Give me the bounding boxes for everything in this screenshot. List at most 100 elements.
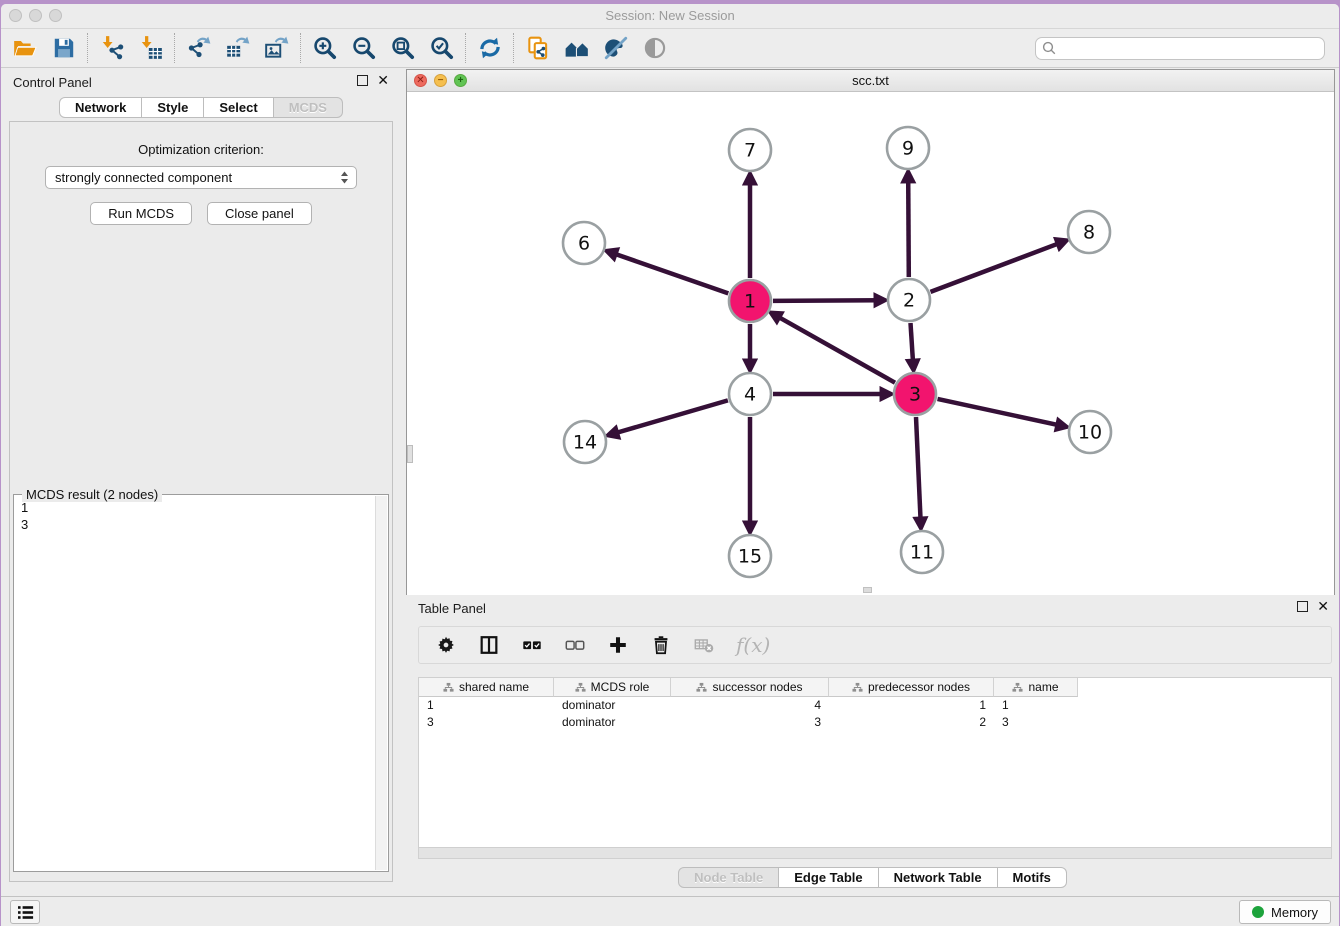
- column-header-successor-nodes[interactable]: successor nodes: [671, 678, 829, 697]
- memory-button[interactable]: Memory: [1239, 900, 1331, 924]
- network-canvas[interactable]: 7 9 6 8 1 2 4 3 14 10 15 11: [407, 92, 1334, 595]
- export-network-icon[interactable]: [185, 35, 212, 62]
- graph-node-3[interactable]: 3: [894, 373, 936, 415]
- tab-motifs[interactable]: Motifs: [998, 867, 1067, 888]
- table-cell[interactable]: dominator: [554, 697, 671, 714]
- table-cell[interactable]: 1: [829, 697, 994, 714]
- graph-edge-4-14[interactable]: [613, 400, 728, 434]
- select-arrows-icon: [339, 170, 350, 185]
- close-table-panel-icon[interactable]: ✕: [1317, 601, 1329, 612]
- column-header-MCDS-role[interactable]: MCDS role: [554, 678, 671, 697]
- network-graph[interactable]: 7 9 6 8 1 2 4 3 14 10 15 11: [407, 92, 1334, 595]
- graph-edge-2-8[interactable]: [931, 242, 1062, 292]
- settings-gear-icon[interactable]: [435, 634, 457, 656]
- network-window-titlebar: ✕ − + scc.txt: [407, 70, 1334, 92]
- save-session-icon[interactable]: [50, 35, 77, 62]
- tab-network[interactable]: Network: [59, 97, 142, 118]
- graph-edge-2-9[interactable]: [908, 177, 909, 277]
- table-cell[interactable]: 4: [671, 697, 829, 714]
- tab-style[interactable]: Style: [142, 97, 204, 118]
- table-panel-title: Table Panel: [418, 601, 486, 616]
- zoom-fit-icon[interactable]: [389, 35, 416, 62]
- table-cell[interactable]: 3: [419, 714, 554, 731]
- graph-node-9[interactable]: 9: [887, 127, 929, 169]
- graph-node-15[interactable]: 15: [729, 535, 771, 577]
- clone-network-icon[interactable]: [524, 35, 551, 62]
- status-bar: Memory: [1, 896, 1339, 926]
- style-toggle-icon[interactable]: [602, 35, 629, 62]
- graph-node-4[interactable]: 4: [729, 373, 771, 415]
- open-session-icon[interactable]: [11, 35, 38, 62]
- mcds-result-line: 3: [21, 516, 368, 533]
- search-input[interactable]: [1058, 39, 1324, 58]
- table-toolbar: f(x): [418, 626, 1332, 664]
- import-network-icon[interactable]: [98, 35, 125, 62]
- deselect-all-checkboxes-icon[interactable]: [564, 634, 586, 656]
- table-row[interactable]: 1dominator411: [419, 697, 1331, 714]
- run-mcds-button[interactable]: Run MCDS: [90, 202, 192, 225]
- delete-column-icon[interactable]: [650, 634, 672, 656]
- memory-label: Memory: [1271, 905, 1318, 920]
- graph-node-11[interactable]: 11: [901, 531, 943, 573]
- table-cell[interactable]: 3: [671, 714, 829, 731]
- vertical-splitter-handle[interactable]: [407, 445, 413, 463]
- zoom-in-icon[interactable]: [311, 35, 338, 62]
- search-box: [1035, 37, 1325, 60]
- graph-node-1[interactable]: 1: [729, 280, 771, 322]
- horizontal-splitter-handle[interactable]: [863, 587, 872, 593]
- select-all-checkboxes-icon[interactable]: [521, 634, 543, 656]
- tab-network-table[interactable]: Network Table: [879, 867, 998, 888]
- add-column-icon[interactable]: [607, 634, 629, 656]
- network-window-title: scc.txt: [407, 73, 1334, 88]
- control-panel: Control Panel ✕ NetworkStyleSelectMCDS O…: [1, 69, 401, 896]
- delete-table-icon[interactable]: [693, 634, 715, 656]
- graph-node-10[interactable]: 10: [1069, 411, 1111, 453]
- apply-layout-icon[interactable]: [476, 35, 503, 62]
- app-titlebar: Session: New Session: [1, 4, 1339, 28]
- contrast-icon[interactable]: [641, 35, 668, 62]
- graph-edge-3-1[interactable]: [775, 315, 895, 383]
- optimization-select[interactable]: strongly connected component: [45, 166, 357, 189]
- graph-edge-1-6[interactable]: [611, 253, 728, 294]
- float-table-panel-icon[interactable]: [1297, 601, 1308, 612]
- table-panel: Table Panel ✕ f(x) shared nameMCDS roles…: [406, 595, 1339, 896]
- float-panel-icon[interactable]: [357, 75, 368, 86]
- tab-node-table[interactable]: Node Table: [678, 867, 779, 888]
- first-neighbors-icon[interactable]: [563, 35, 590, 62]
- mcds-result-box: MCDS result (2 nodes) 13: [13, 494, 389, 872]
- table-scroll-strip[interactable]: [418, 848, 1332, 859]
- table-cell[interactable]: 2: [829, 714, 994, 731]
- graph-edge-1-2[interactable]: [773, 300, 880, 301]
- graph-node-2[interactable]: 2: [888, 279, 930, 321]
- tab-select[interactable]: Select: [204, 97, 273, 118]
- import-table-icon[interactable]: [137, 35, 164, 62]
- table-cell[interactable]: 1: [994, 697, 1078, 714]
- column-header-shared-name[interactable]: shared name: [419, 678, 554, 697]
- close-panel-icon[interactable]: ✕: [377, 75, 389, 86]
- table-cell[interactable]: 3: [994, 714, 1078, 731]
- column-header-predecessor-nodes[interactable]: predecessor nodes: [829, 678, 994, 697]
- graph-node-7[interactable]: 7: [729, 129, 771, 171]
- result-scrollbar[interactable]: [375, 496, 387, 870]
- table-cell[interactable]: dominator: [554, 714, 671, 731]
- graph-edge-3-10[interactable]: [938, 399, 1062, 426]
- graph-node-6[interactable]: 6: [563, 222, 605, 264]
- mcds-result-line: 1: [21, 499, 368, 516]
- column-header-name[interactable]: name: [994, 678, 1078, 697]
- export-table-icon[interactable]: [224, 35, 251, 62]
- zoom-selected-icon[interactable]: [428, 35, 455, 62]
- graph-edge-3-11[interactable]: [916, 417, 921, 523]
- tab-edge-table[interactable]: Edge Table: [779, 867, 878, 888]
- graph-edge-2-3[interactable]: [911, 323, 914, 365]
- close-panel-button[interactable]: Close panel: [207, 202, 312, 225]
- zoom-out-icon[interactable]: [350, 35, 377, 62]
- graph-node-8[interactable]: 8: [1068, 211, 1110, 253]
- table-cell[interactable]: 1: [419, 697, 554, 714]
- task-history-button[interactable]: [10, 900, 40, 924]
- graph-node-14[interactable]: 14: [564, 421, 606, 463]
- column-layout-icon[interactable]: [478, 634, 500, 656]
- export-image-icon[interactable]: [263, 35, 290, 62]
- tab-mcds[interactable]: MCDS: [274, 97, 343, 118]
- table-row[interactable]: 3dominator323: [419, 714, 1331, 731]
- function-builder-icon[interactable]: f(x): [736, 633, 770, 657]
